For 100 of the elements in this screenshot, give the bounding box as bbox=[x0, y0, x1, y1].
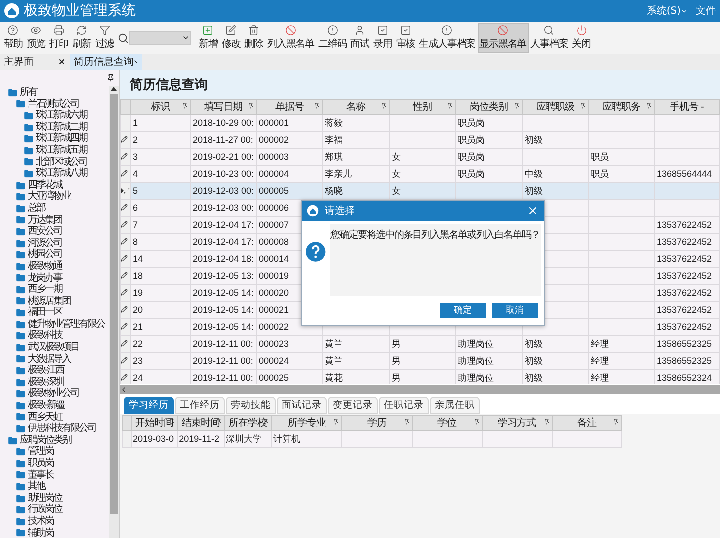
tab[interactable]: 任职记录 bbox=[379, 397, 429, 414]
tab[interactable]: 亲属任职 bbox=[430, 397, 480, 414]
tree-item[interactable]: 助理岗位 bbox=[16, 492, 62, 504]
tree-item[interactable]: 桃园公司 bbox=[16, 249, 62, 261]
column-header[interactable]: 备注 bbox=[552, 416, 622, 430]
pin-icon[interactable] bbox=[646, 103, 652, 109]
table-row[interactable]: 24 2019-12-11 00: 000025 黄花 男 助理岗位 初级 经理 13586552324 bbox=[120, 370, 720, 384]
tree-item[interactable]: 辅助岗 bbox=[16, 528, 54, 538]
column-header[interactable]: 名称 bbox=[322, 100, 390, 114]
tree-item[interactable]: 西安公司 bbox=[16, 226, 62, 238]
tab[interactable]: 劳动技能 bbox=[226, 397, 276, 414]
scrollbar[interactable] bbox=[120, 385, 720, 394]
toolbar-button[interactable]: 列入黑名单 bbox=[266, 23, 317, 53]
toolbar-button[interactable]: 显示黑名单 bbox=[478, 23, 529, 53]
tree-item[interactable]: 万达集团 bbox=[16, 214, 62, 226]
tree-item[interactable]: 桃源居集团 bbox=[16, 296, 70, 308]
pin-icon[interactable] bbox=[182, 103, 188, 109]
tab[interactable]: 变更记录 bbox=[328, 397, 378, 414]
tree-item[interactable]: 北部区域公司 bbox=[24, 156, 87, 168]
column-header[interactable]: 填写日期 bbox=[190, 100, 256, 114]
close-icon[interactable] bbox=[58, 58, 66, 66]
column-header[interactable]: 结束时间 bbox=[178, 416, 225, 430]
up-arrow-icon[interactable] bbox=[111, 86, 117, 92]
pin-icon[interactable] bbox=[580, 103, 586, 109]
pin-icon[interactable] bbox=[333, 419, 340, 425]
tree-item[interactable]: 管理岗 bbox=[16, 446, 54, 458]
tree-item[interactable]: 极致物业公司 bbox=[16, 388, 79, 400]
tree-item[interactable]: 健升物业管理有限公 bbox=[16, 318, 104, 330]
toolbar-button[interactable]: 刷新 bbox=[70, 23, 94, 53]
menu-item[interactable]: 文件 bbox=[696, 4, 716, 18]
pin-icon[interactable] bbox=[544, 419, 550, 425]
tab[interactable]: 面试记录 bbox=[277, 397, 327, 414]
column-header[interactable]: 学历 bbox=[342, 416, 412, 430]
tree-item[interactable]: 西乡一期 bbox=[16, 284, 62, 296]
column-header[interactable]: 应聘职级 bbox=[522, 100, 588, 114]
toolbar-button[interactable]: 面试 bbox=[348, 23, 372, 53]
column-header[interactable]: 手机号 - bbox=[654, 100, 720, 114]
table-row[interactable]: 1 2018-10-29 00: 000001 蒋毅 职员岗 bbox=[120, 114, 720, 132]
tree-item[interactable]: 兰石测试公司 bbox=[16, 98, 79, 110]
pin-icon[interactable] bbox=[474, 419, 480, 425]
dialog-button[interactable]: 确定 bbox=[440, 303, 486, 318]
tab[interactable]: 学习经历 bbox=[124, 397, 174, 414]
table-row[interactable]: 3 2019-02-21 00: 000003 郑琪 女 职员岗 职员 bbox=[120, 148, 720, 166]
toolbar-button[interactable]: 删除 bbox=[242, 23, 266, 53]
pin-icon[interactable] bbox=[248, 103, 254, 109]
toolbar-button[interactable]: 帮助 bbox=[2, 23, 25, 53]
tree-item[interactable]: 四季花城 bbox=[16, 180, 62, 192]
tree-item[interactable]: 伊思科技有限公司 bbox=[16, 423, 96, 435]
pin-icon[interactable] bbox=[107, 74, 115, 82]
toolbar-button[interactable]: 二维码 bbox=[316, 23, 349, 53]
column-header[interactable]: 学位 bbox=[412, 416, 482, 430]
scrollbar[interactable] bbox=[109, 86, 119, 538]
tree-item[interactable]: 珠江新城五期 bbox=[24, 144, 87, 157]
tree-item[interactable]: 大数据导入 bbox=[16, 354, 70, 366]
pin-icon[interactable] bbox=[447, 103, 453, 109]
column-header[interactable]: 学习方式 bbox=[482, 416, 552, 430]
table-row[interactable]: 2 2018-11-27 00: 000002 李福 职员岗 初级 bbox=[120, 132, 720, 148]
tree-item[interactable]: 总部 bbox=[16, 202, 45, 215]
tree-item[interactable]: 所有 bbox=[8, 87, 37, 99]
table-row[interactable]: 22 2019-12-11 00: 000023 黄兰 男 助理岗位 初级 经理 13586552325 bbox=[120, 336, 720, 352]
table-row[interactable]: 5 2019-12-03 00: 000005 杨晓 女 初级 bbox=[120, 182, 720, 200]
tree-item[interactable]: 极致-江西 bbox=[16, 365, 64, 377]
toolbar-button[interactable]: 过滤 bbox=[93, 23, 116, 53]
column-header[interactable]: 所在学校 bbox=[224, 416, 272, 430]
tree-item[interactable]: 职员岗 bbox=[16, 458, 54, 470]
tree-item[interactable]: 技术岗 bbox=[16, 516, 54, 528]
tree-item[interactable]: 极致物通 bbox=[16, 260, 62, 272]
column-header[interactable]: 开始时间 bbox=[132, 416, 178, 430]
tree-item[interactable]: 西乡天虹 bbox=[16, 412, 62, 424]
pin-icon[interactable] bbox=[404, 419, 410, 425]
toolbar-button[interactable]: 打印 bbox=[48, 23, 70, 53]
column-header[interactable]: 所学专业 bbox=[272, 416, 342, 430]
pin-icon[interactable] bbox=[314, 103, 320, 109]
toolbar-button[interactable]: 生成人事档案 bbox=[417, 23, 478, 53]
tree-item[interactable]: 武汉极致项目 bbox=[16, 342, 79, 354]
tree-item[interactable]: 其他 bbox=[16, 481, 45, 493]
column-header[interactable]: 岗位类别 bbox=[456, 100, 522, 114]
column-header[interactable]: 应聘职务 bbox=[588, 100, 654, 114]
table-row[interactable]: 23 2019-12-11 00: 000024 黄兰 男 助理岗位 初级 经理 13586552325 bbox=[120, 352, 720, 370]
table-row[interactable]: 4 2019-10-23 00: 000004 李亲儿 女 职员岗 中级 职员 13685564444 bbox=[120, 166, 720, 182]
toolbar-button[interactable]: 录用 bbox=[372, 23, 394, 53]
tree-item[interactable]: 河源公司 bbox=[16, 238, 62, 250]
pin-icon[interactable] bbox=[381, 103, 387, 109]
toolbar-button[interactable]: 关闭 bbox=[570, 23, 593, 53]
tree-item[interactable]: 珠江新城八期 bbox=[24, 168, 87, 180]
tree-item[interactable]: 珠江新城二期 bbox=[24, 122, 87, 134]
menu-item[interactable]: 系统(S) bbox=[646, 4, 688, 18]
toolbar-button[interactable]: 修改 bbox=[220, 23, 243, 53]
tree-item[interactable]: 应聘岗位类别 bbox=[8, 434, 71, 446]
tree-item[interactable]: 极致科技 bbox=[16, 330, 62, 342]
tree-item[interactable]: 龙岗办事 bbox=[16, 272, 62, 284]
column-header[interactable]: 性别 bbox=[390, 100, 456, 114]
pin-icon[interactable] bbox=[613, 419, 619, 425]
tree-item[interactable]: 极致-深圳 bbox=[16, 376, 64, 388]
tree-item[interactable]: 行政岗位 bbox=[16, 504, 62, 516]
tree-item[interactable]: 福田一区 bbox=[16, 307, 62, 319]
toolbar-button[interactable]: 新增 bbox=[197, 23, 220, 53]
toolbar-button[interactable]: 预览 bbox=[24, 23, 48, 53]
pin-icon[interactable] bbox=[514, 103, 520, 109]
toolbar-button[interactable]: 审核 bbox=[394, 23, 418, 53]
